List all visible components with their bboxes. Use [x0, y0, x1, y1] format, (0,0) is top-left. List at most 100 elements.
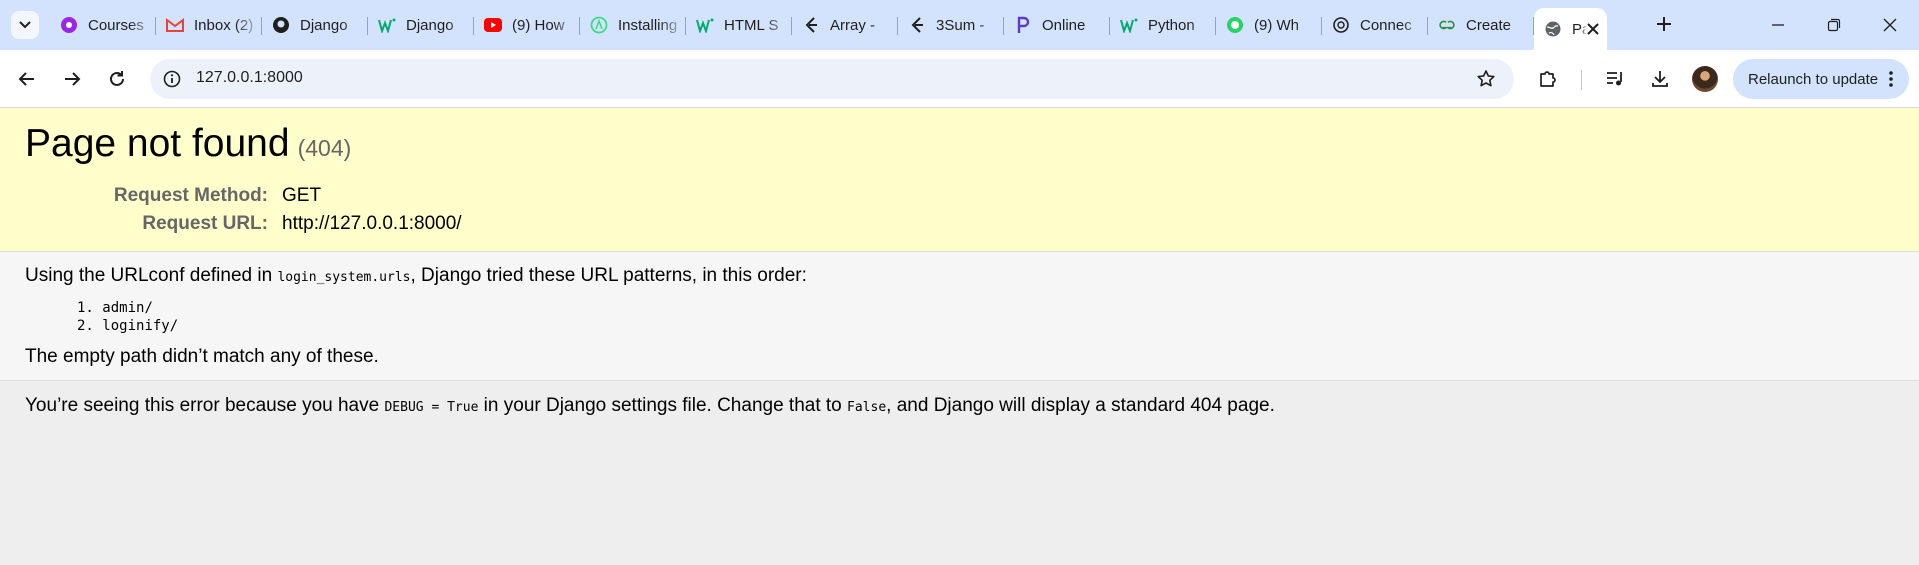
page-title-text: Page not found: [25, 122, 290, 165]
urlconf-text-after: , Django tried these URL patterns, in th…: [410, 265, 807, 286]
url-patterns-info: Using the URLconf defined in login_syste…: [0, 252, 1919, 381]
no-match-text: The empty path didn’t match any of these…: [25, 346, 379, 367]
puzzle-icon: [1540, 71, 1556, 87]
relaunch-to-update-button[interactable]: Relaunch to update: [1733, 59, 1909, 99]
list-item: 2. loginify/: [77, 317, 178, 335]
minimize-icon: [1772, 24, 1784, 26]
browser-tab[interactable]: Courses: [50, 8, 156, 42]
leetcode-icon: [802, 16, 820, 34]
programiz-icon: [1014, 16, 1032, 34]
github-icon: [272, 16, 290, 34]
browser-tab[interactable]: Inbox (2): [156, 8, 262, 42]
list-item: 1. admin/: [77, 299, 178, 317]
reload-button[interactable]: [102, 64, 132, 94]
status-code: (404): [297, 135, 352, 161]
bookmark-star-icon[interactable]: [1476, 69, 1496, 89]
tab-title: Django: [406, 16, 454, 34]
kebab-menu-icon[interactable]: [1883, 69, 1899, 89]
relaunch-label: Relaunch to update: [1748, 70, 1879, 88]
debug-setting-code: DEBUG = True: [384, 400, 479, 415]
browser-tab[interactable]: (9) Wh: [1216, 8, 1322, 42]
media-controls-button[interactable]: [1602, 66, 1628, 92]
request-method-value: GET: [282, 185, 322, 206]
browser-tab[interactable]: Connec: [1322, 8, 1428, 42]
arrow-right-icon: [65, 72, 81, 86]
tab-title: Page not found: [1572, 20, 1587, 38]
back-button[interactable]: [12, 64, 42, 94]
error-summary: Page not found (404) Request Method: GET …: [0, 108, 1919, 252]
download-icon: [1652, 71, 1668, 87]
pattern-number: 2.: [77, 318, 94, 334]
arrow-left-icon: [18, 72, 34, 86]
close-tab-icon[interactable]: [1587, 20, 1599, 38]
chevron-down-icon: [19, 21, 31, 29]
browser-tab[interactable]: (9) How: [474, 8, 580, 42]
address-bar[interactable]: 127.0.0.1:8000: [150, 59, 1514, 99]
whatsapp-icon: [1226, 16, 1244, 34]
w3schools-icon: [378, 16, 396, 34]
restore-button[interactable]: [1806, 0, 1862, 50]
toolbar-divider: [1581, 70, 1582, 90]
urlconf-paragraph: Using the URLconf defined in login_syste…: [25, 265, 807, 287]
debug-paragraph: You’re seeing this error because you hav…: [25, 395, 1275, 417]
tab-strip: Courses Inbox (2) Django Django (9) How Insta…: [0, 0, 1919, 50]
forward-button[interactable]: [57, 64, 87, 94]
extensions-button[interactable]: [1535, 66, 1561, 92]
tab-title: Courses: [88, 16, 144, 34]
tab-list: Courses Inbox (2) Django Django (9) How Insta…: [50, 8, 1607, 50]
browser-tab[interactable]: Array -: [792, 8, 898, 42]
tab-title: Array -: [830, 16, 875, 34]
pattern-text: loginify/: [102, 318, 179, 334]
debug-text-1: You’re seeing this error because you hav…: [25, 395, 385, 416]
tab-title: HTML S: [724, 16, 779, 34]
chatgpt-icon: [1332, 16, 1350, 34]
browser-tab[interactable]: 3Sum -: [898, 8, 1004, 42]
close-window-button[interactable]: [1862, 0, 1918, 50]
tab-search-button[interactable]: [11, 11, 39, 39]
tab-title: Python: [1148, 16, 1195, 34]
minimize-button[interactable]: [1750, 0, 1806, 50]
tab-title: Connec: [1360, 16, 1412, 34]
url-pattern-list: 1. admin/ 2. loginify/: [77, 299, 178, 335]
debug-explanation: You’re seeing this error because you hav…: [0, 381, 1919, 565]
browser-tab[interactable]: HTML S: [686, 8, 792, 42]
pattern-number: 1.: [77, 300, 94, 316]
youtube-icon: [484, 16, 502, 34]
downloads-button[interactable]: [1647, 66, 1673, 92]
profile-avatar[interactable]: [1692, 66, 1718, 92]
url-text[interactable]: 127.0.0.1:8000: [196, 69, 303, 87]
browser-tab[interactable]: Installing: [580, 8, 686, 42]
browser-tab[interactable]: Online: [1004, 8, 1110, 42]
leetcode-icon: [908, 16, 926, 34]
playlist-icon: [1607, 72, 1622, 86]
courses-icon: [60, 16, 78, 34]
site-info-icon[interactable]: [162, 69, 182, 89]
browser-tab[interactable]: Django: [368, 8, 474, 42]
w3schools-icon: [1120, 16, 1138, 34]
geeksforgeeks-icon: [1438, 16, 1456, 34]
browser-tab[interactable]: Create: [1428, 8, 1534, 42]
browser-tab[interactable]: Python: [1110, 8, 1216, 42]
browser-tab[interactable]: Django: [262, 8, 368, 42]
debug-text-2: in your Django settings file. Change tha…: [478, 395, 848, 416]
debug-text-3: , and Django will display a standard 404…: [886, 395, 1275, 416]
w3schools-icon: [696, 16, 714, 34]
tab-title: Online: [1042, 16, 1086, 34]
close-icon: [1883, 18, 1897, 32]
restore-icon: [1827, 18, 1841, 32]
tab-title: Installing: [618, 16, 678, 34]
android-icon: [590, 16, 608, 34]
tab-title: (9) Wh: [1254, 16, 1299, 34]
request-method-label: Request Method:: [113, 185, 268, 206]
pattern-text: admin/: [102, 300, 153, 316]
browser-toolbar: 127.0.0.1:8000 Relaunch to update: [0, 50, 1919, 108]
browser-tab-active[interactable]: Page not found: [1534, 8, 1607, 50]
tab-title: Create: [1466, 16, 1512, 34]
request-url-value: http://127.0.0.1:8000/: [282, 213, 462, 234]
urlconf-text-before: Using the URLconf defined in: [25, 265, 278, 286]
urlconf-module: login_system.urls: [277, 270, 411, 285]
tab-title: 3Sum -: [936, 16, 985, 34]
new-tab-button[interactable]: [1650, 10, 1678, 38]
page-title: Page not found (404): [25, 122, 351, 166]
tab-title: (9) How: [512, 16, 565, 34]
